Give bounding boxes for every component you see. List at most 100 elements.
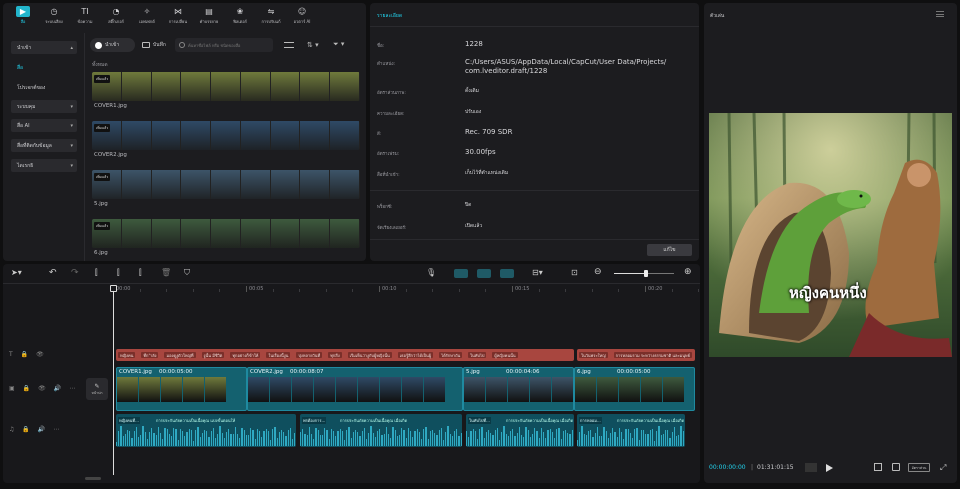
sort-icon[interactable]: ⇅ ▾: [307, 41, 319, 49]
fullscreen-icon[interactable]: ⤢: [940, 463, 946, 473]
sidebar-item[interactable]: ระบบคุม ▾: [11, 100, 77, 113]
waveform-bar: [157, 427, 159, 446]
volume-icon[interactable]: 🔊: [54, 385, 61, 392]
video-clip[interactable]: COVER1.jpg 00:00:05:00: [116, 367, 247, 411]
audio-clip-text: การประกันภัยความเป็นเนื้อคุณ เมื่อเกิด: [617, 418, 685, 423]
media-item-thumbnails[interactable]: [92, 170, 360, 199]
delete-icon[interactable]: 🗑: [161, 268, 171, 277]
text-clip[interactable]: มองดูงูตัวใหญ่ที่: [164, 352, 196, 358]
caption-icon[interactable]: ⊡: [571, 268, 578, 277]
redo-icon[interactable]: ↷: [71, 268, 79, 278]
ratio-button[interactable]: อัตราส่วน: [908, 463, 930, 472]
waveform-bar: [643, 430, 645, 446]
waveform-bar: [567, 433, 569, 446]
text-clip[interactable]: ในทับไป: [468, 352, 487, 358]
text-clip[interactable]: หญิงคน: [118, 352, 136, 358]
timeline-ruler[interactable]: 00:00 00:05 00:10 00:15 00:20: [113, 284, 700, 296]
text-clip[interactable]: ได้รักษาถัน: [439, 352, 463, 358]
audio-clip[interactable]: หญิงคนที่... การประกันภัยความเป็นเนื้อคุณ…: [116, 414, 296, 447]
shield-icon[interactable]: ⛉: [184, 268, 190, 278]
toolbar-audio-button[interactable]: ◷ ระบบเสียง: [43, 6, 65, 25]
sidebar-item[interactable]: สื่อ: [11, 61, 77, 74]
audio-clip[interactable]: ในทับไปที่... การประกันภัยความเป็นเนื้อคุ…: [466, 414, 574, 447]
text-clip[interactable]: เธอรู้สึกว่าได้เป็นผู้: [397, 352, 434, 358]
view-toggle-icon[interactable]: [284, 42, 294, 48]
preview-axis-icon[interactable]: ⊟▾: [532, 268, 543, 277]
fit-icon[interactable]: [874, 463, 882, 471]
audio-clip[interactable]: พรต้องการ... การประกันภัยความเป็นเนื้อคุณ…: [300, 414, 462, 447]
video-clip[interactable]: 6.jpg 00:00:05:00: [574, 367, 695, 411]
eye-icon[interactable]: 👁: [38, 385, 46, 392]
lock-icon[interactable]: 🔒: [22, 426, 29, 433]
text-clip[interactable]: ผู้หญิงคนนั้น: [492, 352, 518, 358]
details-footer-divider: [370, 239, 699, 240]
zoom-slider[interactable]: [614, 270, 674, 277]
text-clip[interactable]: ทุกสิ่ง: [328, 352, 342, 358]
waveform-bar: [432, 430, 434, 446]
sidebar-item[interactable]: สื่อที่ติดกับข้อมูล ▾: [11, 139, 77, 152]
filter-icon[interactable]: ⏷ ▾: [333, 40, 344, 49]
text-clip[interactable]: ที่ก ำลัง: [141, 352, 159, 358]
sidebar-item[interactable]: โปรเจกต์ของ: [11, 81, 77, 94]
toolbar-sticker-button[interactable]: ◔ สติ๊กเกอร์: [105, 6, 127, 25]
toolbar-effects-button[interactable]: ✧ เอฟเฟกต์: [136, 6, 158, 25]
link-main-icon[interactable]: [454, 269, 468, 278]
media-item-thumbnails[interactable]: [92, 219, 360, 248]
sidebar-item[interactable]: ไดเรกธิ ▾: [11, 159, 77, 172]
video-clip[interactable]: COVER2.jpg 00:00:08:07: [247, 367, 463, 411]
menu-icon[interactable]: [936, 11, 944, 17]
media-icon: ▶: [16, 6, 30, 17]
split-icon[interactable]: ⫿: [95, 268, 98, 278]
audio-clip[interactable]: การหลอม... การประกันภัยความเป็นเนื้อคุณ เ…: [577, 414, 685, 447]
play-icon[interactable]: [826, 464, 833, 472]
sidebar-item[interactable]: สื่อ AI ▾: [11, 119, 77, 132]
toolbar-captions-button[interactable]: ▤ คำบรรยาย: [198, 6, 220, 25]
toolbar-transition-button[interactable]: ⋈ การเปลี่ยน: [167, 6, 189, 25]
playhead[interactable]: [113, 285, 114, 475]
media-search-input[interactable]: ค้นหาชื่อไฟล์ หรือ ชนิดของสื่อ: [175, 38, 273, 52]
playhead-handle[interactable]: [110, 285, 117, 292]
record-button[interactable]: บันทึก: [139, 38, 171, 52]
zoom-slider-handle[interactable]: [644, 270, 648, 277]
video-clip[interactable]: 5.jpg 00:00:04:06: [463, 367, 574, 411]
grid-icon[interactable]: [805, 463, 817, 472]
text-clip[interactable]: ทุกอย่างก็ข้าให้: [230, 352, 261, 358]
eye-icon[interactable]: 👁: [36, 351, 44, 358]
text-clip[interactable]: เริ่มเห็นว่างูกับผู้หญิงนั้น: [347, 352, 392, 358]
magnet-icon[interactable]: [477, 269, 491, 278]
media-item-thumbnails[interactable]: [92, 121, 360, 150]
modify-button[interactable]: แก้ไข: [647, 244, 692, 256]
split-left-icon[interactable]: ⫿: [117, 268, 120, 278]
waveform-bar: [592, 436, 594, 446]
link-clips-icon[interactable]: [500, 269, 514, 278]
sidebar-item[interactable]: นำเข้า ▴: [11, 41, 77, 54]
toolbar-avatar-ai-button[interactable]: ☺ อวตาร์ AI: [291, 6, 313, 25]
text-clip[interactable]: ในเรื่องนี้งูน: [266, 352, 291, 358]
cover-button[interactable]: ✎ หน้าปก: [86, 378, 108, 400]
crop-icon[interactable]: [892, 463, 900, 471]
toolbar-filter-button[interactable]: ❀ ฟิลเตอร์: [229, 6, 251, 25]
text-clip-group[interactable]: ในทับไป ผู้หญิงคนนั้น: [466, 349, 574, 361]
zoom-out-icon[interactable]: ⊖: [594, 267, 602, 277]
undo-icon[interactable]: ↶: [49, 268, 57, 278]
toolbar-text-button[interactable]: TI ข้อความ: [74, 6, 96, 25]
text-clip[interactable]: บุ่งหลายวันที่: [296, 352, 323, 358]
volume-icon[interactable]: 🔊: [38, 426, 45, 433]
split-right-icon[interactable]: ⫿: [139, 268, 142, 278]
text-clip-group[interactable]: ในวันพระใหญ่ การหลอมรวม ระหว่างธรรมชาติ แ…: [577, 349, 695, 361]
mic-icon[interactable]: 🎙: [426, 268, 436, 277]
more-icon[interactable]: ⋯: [53, 426, 59, 433]
timeline-scrollbar[interactable]: [85, 477, 101, 480]
toolbar-adjust-button[interactable]: ⇋ การปรับแก้: [260, 6, 282, 25]
zoom-in-icon[interactable]: ⊕: [684, 267, 692, 277]
more-icon[interactable]: ⋯: [69, 385, 75, 392]
lock-icon[interactable]: 🔒: [23, 385, 30, 392]
select-tool-icon[interactable]: ➤▾: [11, 268, 22, 277]
import-button[interactable]: นำเข้า: [90, 38, 135, 52]
text-clip[interactable]: การหลอมรวม ระหว่างธรรมชาติ และมนุษย์: [613, 352, 692, 358]
text-clip[interactable]: งูนั้น มีชีวิต: [201, 352, 225, 358]
toolbar-media-button[interactable]: ▶ สื่อ: [12, 6, 34, 25]
media-item-thumbnails[interactable]: [92, 72, 360, 101]
lock-icon[interactable]: 🔒: [21, 351, 28, 358]
text-clip[interactable]: ในวันพระใหญ่: [579, 352, 608, 358]
